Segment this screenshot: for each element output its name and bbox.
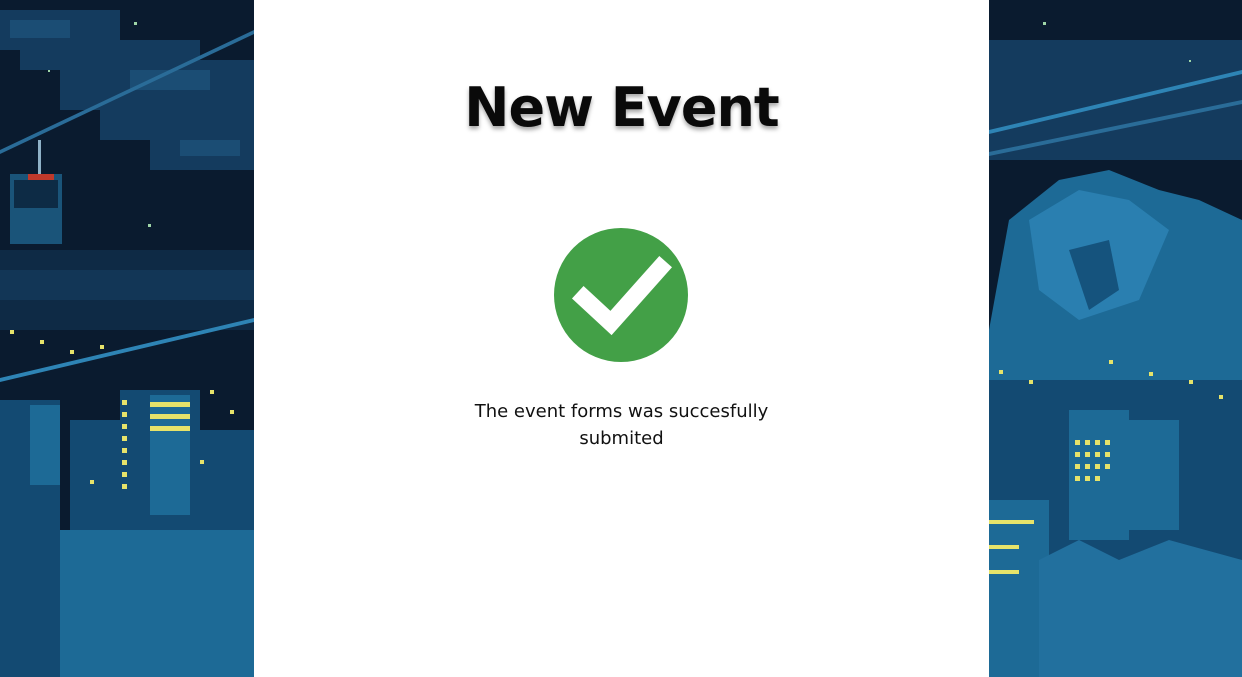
check-circle-icon xyxy=(554,228,688,362)
success-card: New Event The event forms was succesfull… xyxy=(254,0,989,677)
success-message: The event forms was succesfully submited xyxy=(474,401,769,449)
event-success-page: New Event The event forms was succesfull… xyxy=(0,0,1242,677)
right-background-art xyxy=(989,0,1242,677)
page-title: New Event xyxy=(464,76,779,139)
left-background-art xyxy=(0,0,254,677)
night-city-illustration-left xyxy=(0,0,254,677)
night-city-illustration-right xyxy=(989,0,1242,677)
